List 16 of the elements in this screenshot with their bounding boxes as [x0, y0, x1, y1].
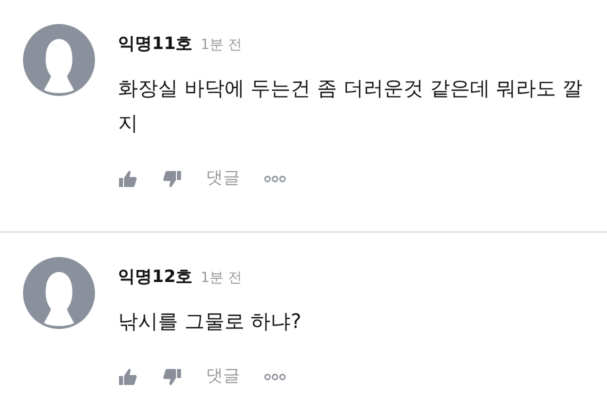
author-name: 익명11호: [118, 33, 193, 56]
author-name: 익명12호: [118, 266, 193, 289]
reply-button[interactable]: 댓글: [206, 368, 240, 385]
like-icon[interactable]: [118, 366, 138, 386]
dislike-icon[interactable]: [162, 366, 182, 386]
avatar-icon: [23, 24, 95, 96]
comment-time: 1분 전: [200, 269, 242, 288]
comment-text: 낚시를 그물로 하냐?: [118, 308, 302, 334]
avatar-icon: [23, 257, 95, 329]
more-icon[interactable]: [264, 174, 286, 182]
like-icon[interactable]: [118, 168, 138, 188]
reply-button[interactable]: 댓글: [206, 170, 240, 187]
dislike-icon[interactable]: [162, 168, 182, 188]
comment-time: 1분 전: [200, 36, 242, 55]
comment-text: 화장실 바닥에 두는건 좀 더러운것 같은데 뭐라도 깔지: [118, 74, 584, 136]
more-icon[interactable]: [264, 372, 286, 380]
